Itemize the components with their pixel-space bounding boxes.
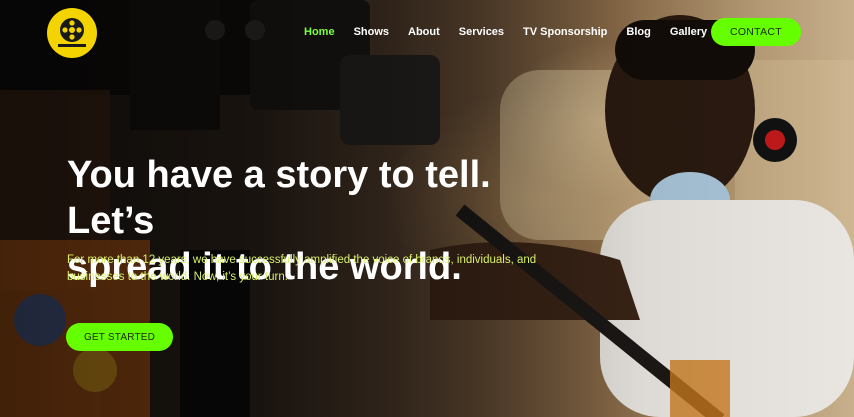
contact-button[interactable]: CONTACT xyxy=(711,18,801,46)
nav-about-link[interactable]: About xyxy=(408,20,440,44)
film-reel-logo-icon xyxy=(58,18,86,47)
nav-gallery-link[interactable]: Gallery xyxy=(670,20,707,44)
nav-blog-link[interactable]: Blog xyxy=(626,20,650,44)
nav-shows-link[interactable]: Shows xyxy=(354,20,389,44)
nav-home-link[interactable]: Home xyxy=(304,20,335,44)
hero-subtext-line1: For more than 12 years, we have successf… xyxy=(67,254,537,266)
nav-tv-sponsorship-link[interactable]: TV Sponsorship xyxy=(523,20,607,44)
brand-logo[interactable] xyxy=(47,8,97,58)
get-started-button[interactable]: GET STARTED xyxy=(66,323,173,351)
main-navigation: Home Shows About Services TV Sponsorship… xyxy=(304,20,726,44)
hero-subtext-line2: businesses to the world. Now, it’s your … xyxy=(67,271,288,283)
hero-subtext: For more than 12 years, we have successf… xyxy=(67,252,577,286)
hero-headline-line1: You have a story to tell. Let’s xyxy=(67,154,491,242)
nav-services-link[interactable]: Services xyxy=(459,20,504,44)
hero-section: Home Shows About Services TV Sponsorship… xyxy=(0,0,854,417)
